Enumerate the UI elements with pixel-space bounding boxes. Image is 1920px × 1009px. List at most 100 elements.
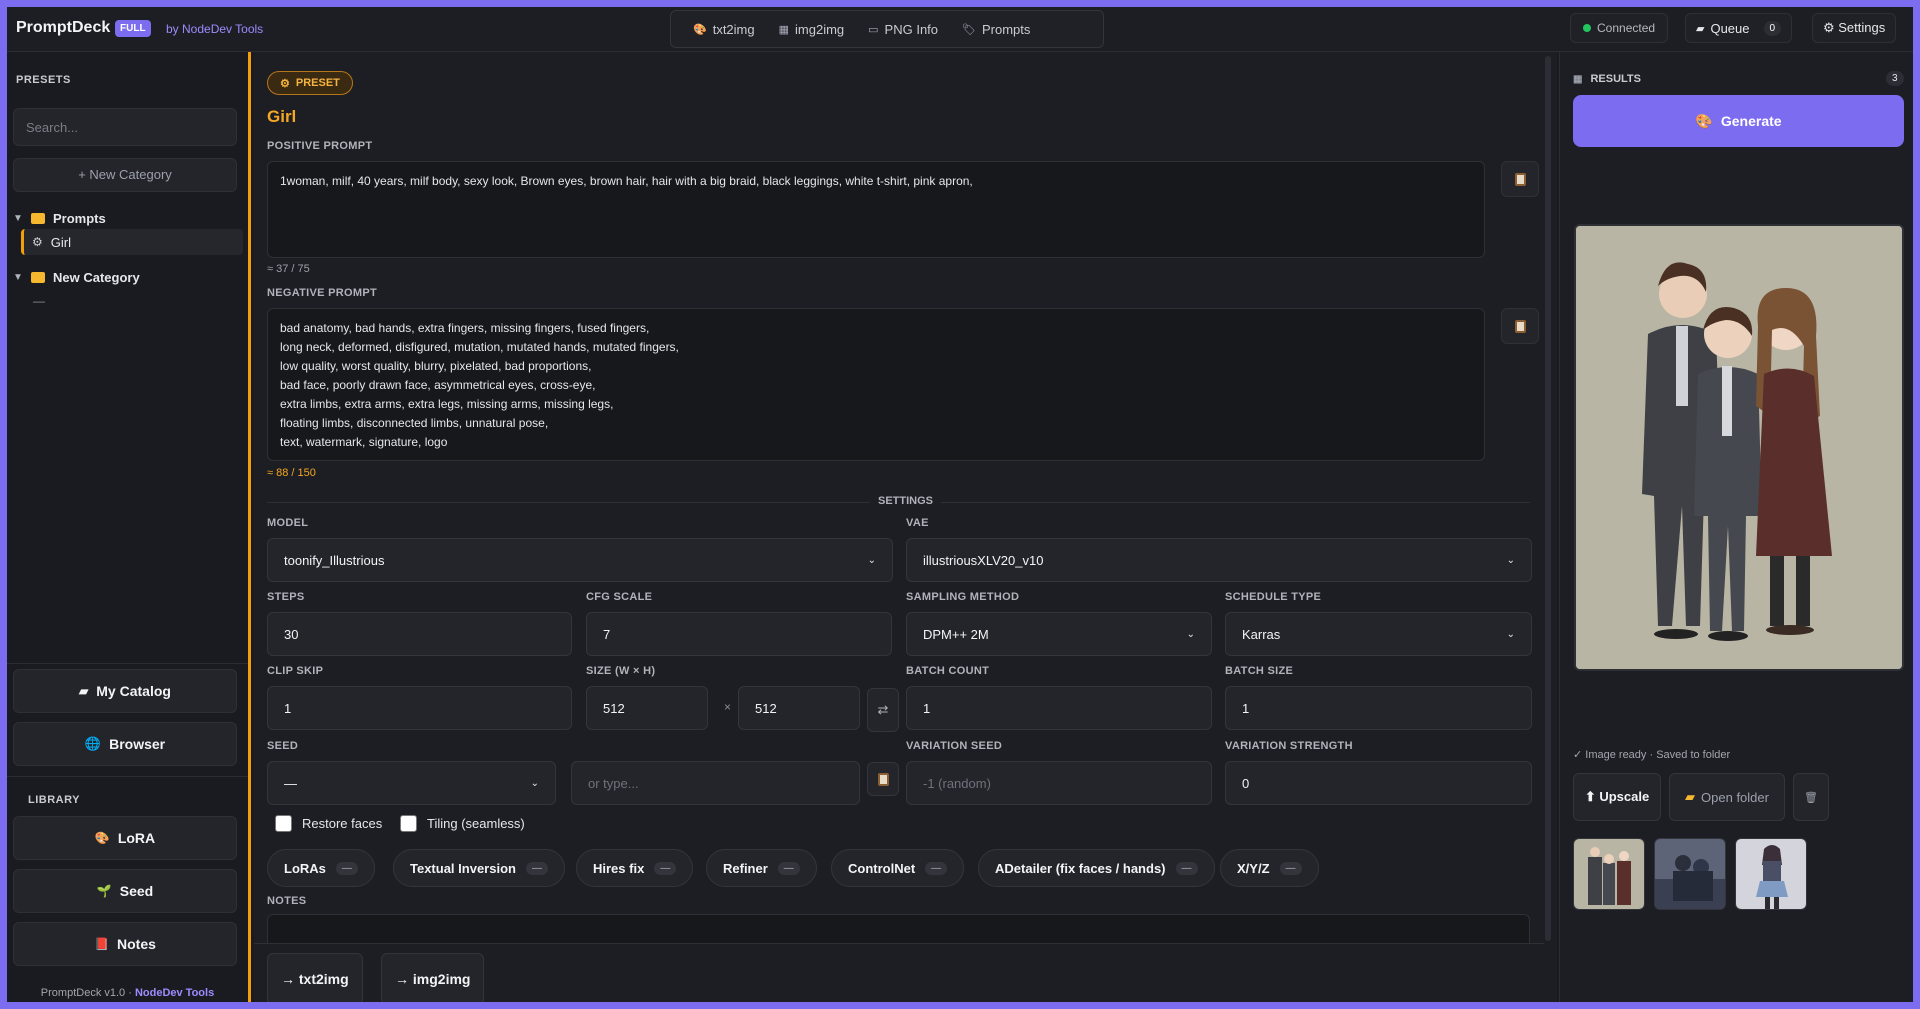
- clip-skip-input[interactable]: 1: [267, 686, 572, 730]
- adetailer-toggle[interactable]: ADetailer (fix faces / hands) —: [978, 849, 1215, 887]
- xyz-toggle[interactable]: X/Y/Z —: [1220, 849, 1319, 887]
- negative-prompt-input[interactable]: bad anatomy, bad hands, extra fingers, m…: [267, 308, 1485, 461]
- checkbox-box[interactable]: [400, 815, 417, 832]
- height-input[interactable]: 512: [738, 686, 860, 730]
- restore-faces-checkbox[interactable]: Restore faces: [275, 815, 382, 832]
- button-label: My Catalog: [96, 683, 171, 699]
- lora-button[interactable]: 🎨 LoRA: [13, 816, 237, 860]
- variation-strength-label: VARIATION STRENGTH: [1225, 740, 1353, 752]
- steps-input[interactable]: 30: [267, 612, 572, 656]
- copy-positive-button[interactable]: [1501, 161, 1539, 197]
- caret-down-icon: ▼: [13, 212, 23, 224]
- grid-icon: ▦: [1573, 73, 1583, 85]
- tab-txt2img[interactable]: 🎨 txt2img: [685, 18, 763, 41]
- upscale-button[interactable]: ⬆ Upscale: [1573, 773, 1661, 821]
- gear-icon: ⚙: [32, 235, 43, 249]
- browser-button[interactable]: 🌐 Browser: [13, 722, 237, 766]
- size-separator: ×: [724, 700, 732, 714]
- category-prompts[interactable]: ▼ Prompts: [13, 207, 106, 229]
- edition-badge: FULL: [115, 20, 151, 37]
- pill-label: Textual Inversion: [410, 860, 516, 876]
- model-value: toonify_Illustrious: [284, 552, 385, 568]
- negative-token-count: ≈ 88 / 150: [267, 467, 316, 479]
- result-thumbnail[interactable]: [1735, 838, 1807, 910]
- card-icon: ▭: [868, 23, 879, 36]
- thumbnail-image: [1574, 839, 1644, 909]
- batch-count-input[interactable]: 1: [906, 686, 1212, 730]
- clipboard-icon: [877, 772, 889, 786]
- steps-label: STEPS: [267, 591, 305, 603]
- vae-select[interactable]: illustriousXLV20_v10 ⌄: [906, 538, 1532, 582]
- checkbox-box[interactable]: [275, 815, 292, 832]
- model-select[interactable]: toonify_Illustrious ⌄: [267, 538, 893, 582]
- generate-button[interactable]: 🎨 Generate: [1573, 95, 1904, 147]
- sampler-select[interactable]: DPM++ 2M ⌄: [906, 612, 1212, 656]
- loras-toggle[interactable]: LoRAs —: [267, 849, 375, 887]
- swap-dimensions-button[interactable]: ⇄: [867, 688, 899, 732]
- schedule-select[interactable]: Karras ⌄: [1225, 612, 1532, 656]
- settings-button[interactable]: ⚙ Settings: [1812, 13, 1897, 43]
- results-title: RESULTS: [1590, 73, 1641, 85]
- send-to-img2img-button[interactable]: → img2img: [381, 953, 485, 1002]
- batch-size-input[interactable]: 1: [1225, 686, 1532, 730]
- seed-select[interactable]: — ⌄: [267, 761, 556, 805]
- positive-prompt-input[interactable]: 1woman, milf, 40 years, milf body, sexy …: [267, 161, 1485, 258]
- results-panel: ▦ RESULTS 3 🎨 Generate ✓ Image ready · S…: [1559, 52, 1913, 1002]
- result-thumbnail[interactable]: [1654, 838, 1726, 910]
- controlnet-toggle[interactable]: ControlNet —: [831, 849, 965, 887]
- chevron-down-icon: ⌄: [530, 777, 539, 789]
- variation-seed-label: VARIATION SEED: [906, 740, 1003, 752]
- tag-icon: 🏷: [962, 23, 976, 36]
- tab-label: img2img: [795, 21, 845, 37]
- result-preview-image[interactable]: [1574, 224, 1904, 671]
- footer-link[interactable]: NodeDev Tools: [135, 987, 214, 999]
- vendor-link[interactable]: by NodeDev Tools: [166, 22, 263, 36]
- variation-seed-input[interactable]: -1 (random): [906, 761, 1212, 805]
- editor-scrollbar[interactable]: [1545, 56, 1551, 941]
- pill-label: ControlNet: [848, 860, 916, 876]
- delete-button[interactable]: 🗑: [1793, 773, 1829, 821]
- variation-strength-input[interactable]: 0: [1225, 761, 1532, 805]
- textual-inversion-toggle[interactable]: Textual Inversion —: [393, 849, 565, 887]
- copy-seed-button[interactable]: [867, 762, 899, 796]
- tab-png-info[interactable]: ▭ PNG Info: [860, 18, 946, 41]
- new-category-button[interactable]: + New Category: [13, 158, 237, 192]
- empty-category-placeholder: —: [33, 294, 45, 308]
- results-header: ▦ RESULTS: [1573, 73, 1641, 85]
- model-label: MODEL: [267, 517, 309, 529]
- folder-icon: [31, 271, 45, 283]
- tab-img2img[interactable]: ▦ img2img: [771, 18, 853, 41]
- result-thumbnail[interactable]: [1573, 838, 1645, 910]
- preset-search-input[interactable]: [13, 108, 237, 146]
- queue-button[interactable]: ▰ Queue 0: [1685, 13, 1793, 43]
- tab-label: Prompts: [981, 21, 1031, 37]
- hires-fix-toggle[interactable]: Hires fix —: [576, 849, 694, 887]
- pill-label: LoRAs: [284, 860, 326, 876]
- width-input[interactable]: 512: [586, 686, 708, 730]
- clipboard-icon: [1514, 172, 1526, 186]
- my-catalog-button[interactable]: ▰ My Catalog: [13, 669, 237, 713]
- pill-label: Refiner: [723, 860, 768, 876]
- refiner-toggle[interactable]: Refiner —: [706, 849, 817, 887]
- preset-item-girl[interactable]: ⚙ Girl: [21, 229, 243, 255]
- send-to-txt2img-button[interactable]: → txt2img: [267, 953, 363, 1002]
- seed-value: —: [284, 775, 297, 791]
- pill-state: —: [1279, 861, 1302, 875]
- seed-button[interactable]: 🌱 Seed: [13, 869, 237, 913]
- results-count-badge: 3: [1886, 71, 1904, 86]
- category-new-category[interactable]: ▼ New Category: [13, 266, 140, 288]
- preset-label: Girl: [50, 234, 71, 250]
- copy-negative-button[interactable]: [1501, 308, 1539, 344]
- seed-input[interactable]: or type...: [571, 761, 860, 805]
- folder-icon: ▰: [79, 684, 89, 698]
- pill-state: —: [777, 861, 800, 875]
- notes-label: NOTES: [267, 895, 307, 907]
- tiling-checkbox[interactable]: Tiling (seamless): [400, 815, 525, 832]
- open-folder-label: Open folder: [1701, 789, 1769, 805]
- tab-prompts[interactable]: 🏷 Prompts: [954, 18, 1038, 41]
- notes-button[interactable]: 📕 Notes: [13, 922, 237, 966]
- notes-input[interactable]: [267, 914, 1530, 944]
- cfg-input[interactable]: 7: [586, 612, 892, 656]
- open-folder-button[interactable]: ▰ Open folder: [1669, 773, 1785, 821]
- pill-label: Hires fix: [593, 860, 645, 876]
